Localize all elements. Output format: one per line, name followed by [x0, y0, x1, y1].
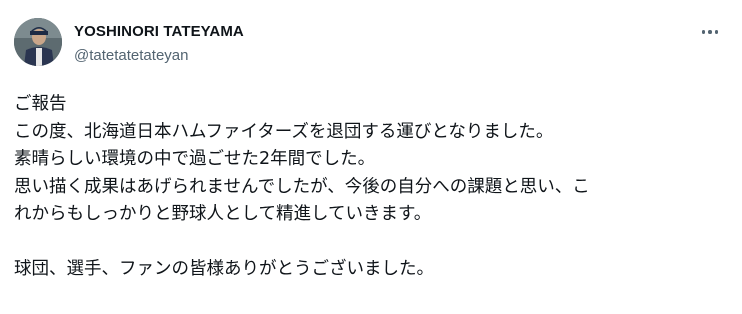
- author-display-name[interactable]: YOSHINORI TATEYAMA: [74, 23, 244, 40]
- post-text-line: 思い描く成果はあげられませんでしたが、今後の自分への課題と思い、こ: [14, 176, 590, 197]
- avatar-photo-icon: [14, 18, 62, 66]
- post-card: YOSHINORI TATEYAMA @tatetatetateyan ご報告 …: [0, 0, 742, 314]
- author-handle[interactable]: @tatetatetateyan: [74, 47, 188, 64]
- post-text-line: 球団、選手、ファンの皆様ありがとうございました。: [14, 259, 434, 279]
- post-text-blank-line: [14, 229, 736, 257]
- post-text-line: ご報告: [14, 94, 67, 114]
- author-avatar[interactable]: [14, 18, 62, 66]
- post-text: ご報告 この度、北海道日本ハムファイターズを退団する運びとなりました。 素晴らし…: [14, 91, 736, 284]
- post-text-line: この度、北海道日本ハムファイターズを退団する運びとなりました。: [14, 121, 554, 142]
- more-options-button[interactable]: [694, 20, 726, 44]
- more-horizontal-icon: [708, 30, 712, 34]
- post-text-line: 素晴らしい環境の中で過ごせた2年間でした。: [14, 149, 376, 169]
- more-horizontal-icon: [714, 30, 719, 34]
- post-text-line: れからもしっかりと野球人として精進していきます。: [14, 204, 432, 224]
- more-horizontal-icon: [701, 30, 706, 34]
